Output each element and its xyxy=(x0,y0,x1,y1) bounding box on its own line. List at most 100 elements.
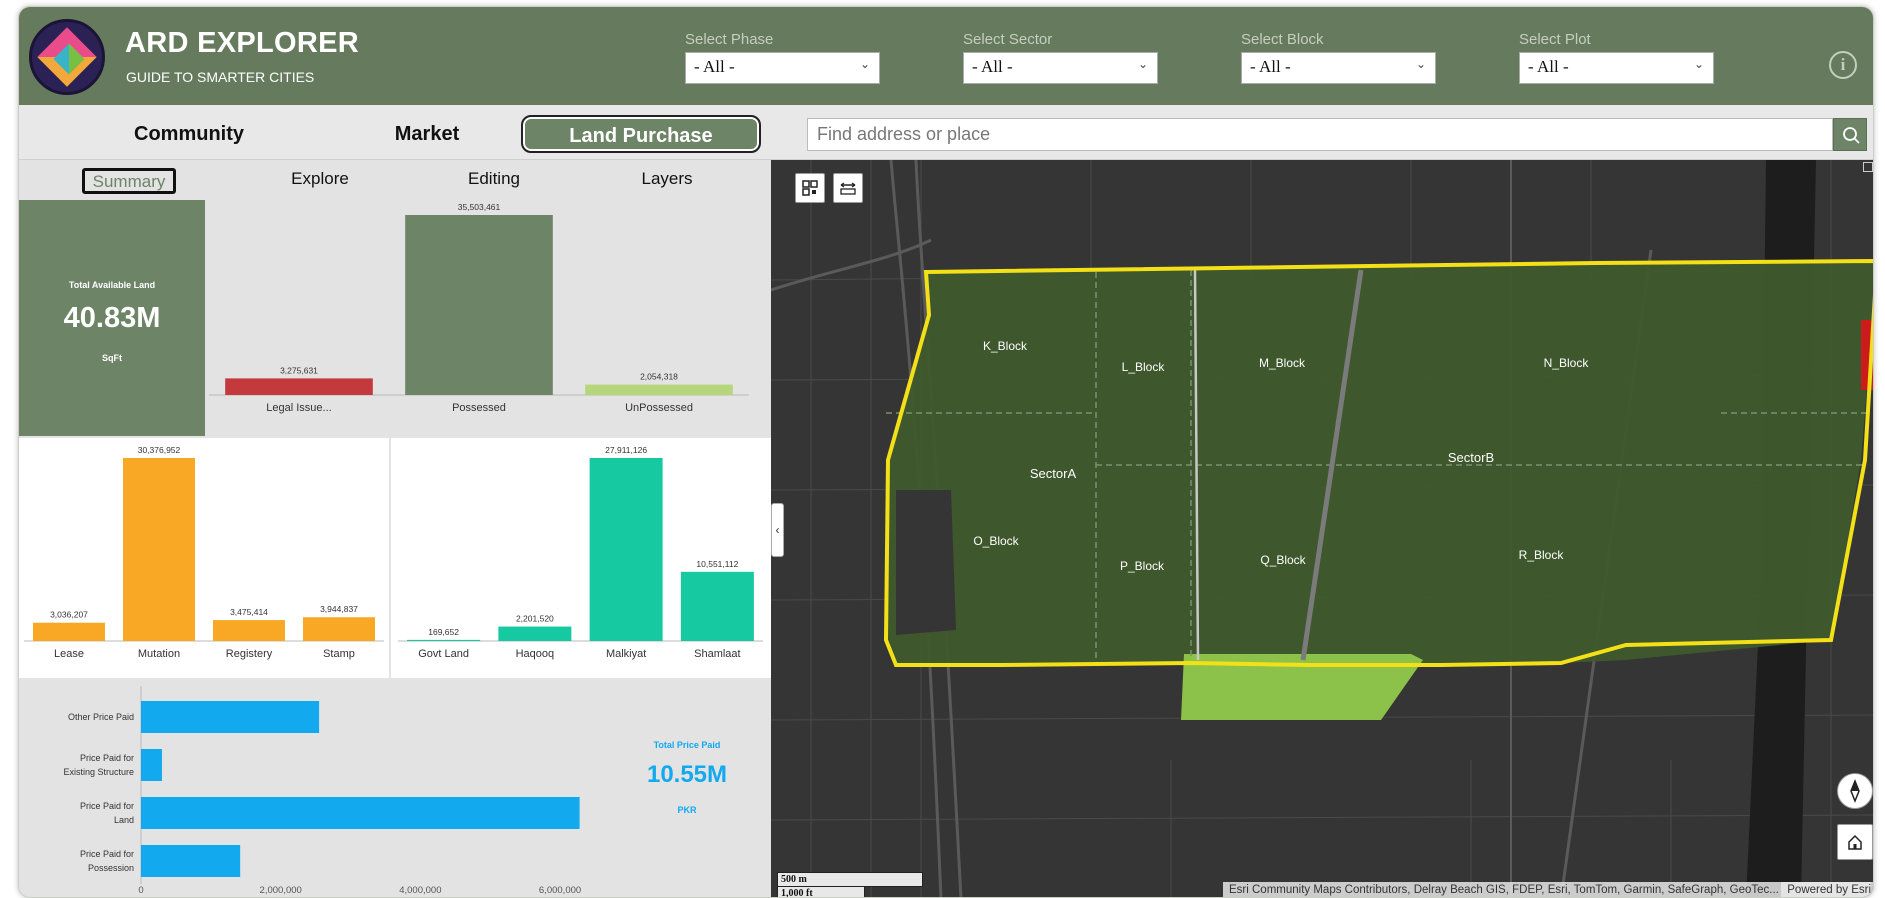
land-type-chart: 169,652 Govt Land 2,201,520 Haqooq 27,911,12… xyxy=(398,445,763,660)
attribution-text: Esri Community Maps Contributors, Delray… xyxy=(1229,884,1779,896)
category-label: Shamlaat xyxy=(694,648,740,660)
bar-value-label: 10,551,112 xyxy=(696,559,738,569)
category-label: Haqooq xyxy=(516,648,555,660)
sector-filter-label: Select Sector xyxy=(963,31,1053,48)
app-title: ARD EXPLORER xyxy=(125,27,360,59)
tab-community[interactable]: Community xyxy=(89,115,289,153)
bar-value-label: 27,911,126 xyxy=(605,445,647,455)
category-label: Price Paid for xyxy=(80,849,134,859)
sector-a-label: SectorA xyxy=(1030,466,1077,481)
x-tick-label: 2,000,000 xyxy=(260,885,302,896)
p-block-label: P_Block xyxy=(1120,559,1165,573)
total-price-value: 10.55M xyxy=(647,761,727,788)
powered-by-esri[interactable]: Powered by Esri xyxy=(1781,882,1871,897)
bar[interactable] xyxy=(585,384,733,395)
x-tick-label: 6,000,000 xyxy=(539,885,581,896)
total-price-unit: PKR xyxy=(677,805,697,815)
info-icon[interactable]: i xyxy=(1829,51,1857,79)
bar[interactable] xyxy=(680,571,754,641)
bar-value-label: 30,376,952 xyxy=(138,445,181,455)
category-label: Govt Land xyxy=(418,648,469,660)
bar-value-label: 3,944,837 xyxy=(320,604,358,614)
bar[interactable] xyxy=(589,458,663,641)
app-subtitle: GUIDE TO SMARTER CITIES xyxy=(126,69,315,85)
bar[interactable] xyxy=(141,749,162,781)
total-available-land-card: Total Available Land 40.83M SqFt xyxy=(19,200,205,436)
possession-chart: 3,275,631 Legal Issue... 35,503,461 Possess… xyxy=(209,202,749,414)
bar[interactable] xyxy=(141,701,320,733)
main-nav: Community Market Land Purchase Find addr… xyxy=(19,105,1873,160)
header-bar: ARD EXPLORER GUIDE TO SMARTER CITIES Sel… xyxy=(19,7,1873,105)
plot-filter-label: Select Plot xyxy=(1519,31,1591,48)
bar[interactable] xyxy=(141,845,241,877)
app-window: ARD EXPLORER GUIDE TO SMARTER CITIES Sel… xyxy=(18,6,1874,898)
bar-value-label: 3,275,631 xyxy=(280,365,318,375)
subtab-editing[interactable]: Editing xyxy=(429,168,559,194)
chevron-down-icon: ⌄ xyxy=(859,57,870,71)
bar[interactable] xyxy=(225,378,373,395)
home-icon xyxy=(1848,834,1862,850)
phase-select-value: - All - xyxy=(694,57,735,76)
excluded-pocket xyxy=(896,490,956,635)
phase-select[interactable]: - All - ⌄ xyxy=(685,52,880,84)
search-button[interactable] xyxy=(1833,118,1867,151)
q-block-label: Q_Block xyxy=(1260,553,1306,567)
map-view[interactable]: K_Block L_Block M_Block N_Block O_Block … xyxy=(771,160,1873,897)
category-label: Possessed xyxy=(452,402,506,414)
subtab-layers[interactable]: Layers xyxy=(602,168,732,194)
bar-value-label: 35,503,461 xyxy=(458,202,501,212)
measure-icon xyxy=(840,182,856,195)
sector-select[interactable]: - All - ⌄ xyxy=(963,52,1158,84)
category-label: Existing Structure xyxy=(63,767,134,777)
total-price-title: Total Price Paid xyxy=(654,740,721,750)
sector-select-value: - All - xyxy=(972,57,1013,76)
bar[interactable] xyxy=(213,620,285,641)
plot-select[interactable]: - All - ⌄ xyxy=(1519,52,1714,84)
block-filter-label: Select Block xyxy=(1241,31,1324,48)
price-paid-chart: Other Price Paid Price Paid for Existing S… xyxy=(63,686,727,896)
chevron-down-icon: ⌄ xyxy=(1693,57,1704,71)
tab-market[interactable]: Market xyxy=(327,115,527,153)
bar[interactable] xyxy=(407,639,481,641)
compass-button[interactable] xyxy=(1837,773,1873,809)
compass-icon xyxy=(1850,778,1860,804)
subtab-summary[interactable]: Summary xyxy=(82,168,176,194)
documents-chart: 3,036,207 Lease 30,376,952 Mutation 3,475,41… xyxy=(24,445,384,660)
total-land-title: Total Available Land xyxy=(68,280,156,290)
map-canvas: K_Block L_Block M_Block N_Block O_Block … xyxy=(771,160,1873,897)
bar-value-label: 3,475,414 xyxy=(230,607,268,617)
subtab-explore[interactable]: Explore xyxy=(255,168,385,194)
category-label: Malkiyat xyxy=(606,648,646,660)
qr-code-button[interactable] xyxy=(795,173,825,203)
tab-land-purchase[interactable]: Land Purchase xyxy=(521,115,761,153)
bar[interactable] xyxy=(141,797,580,829)
category-label: Price Paid for xyxy=(80,801,134,811)
bar[interactable] xyxy=(405,215,553,395)
bar[interactable] xyxy=(498,626,572,641)
expand-icon[interactable] xyxy=(1863,162,1873,172)
category-label: Mutation xyxy=(138,648,180,660)
search-icon xyxy=(1843,127,1860,144)
o-block-label: O_Block xyxy=(973,534,1019,548)
search-input[interactable]: Find address or place xyxy=(807,118,1833,151)
category-label: Legal Issue... xyxy=(266,402,331,414)
plot-filter: Select Plot - All - ⌄ xyxy=(1519,31,1714,84)
bar-value-label: 2,201,520 xyxy=(516,614,554,624)
collapse-panel-handle[interactable]: ‹ xyxy=(771,503,784,557)
scale-bar-imperial: 1,000 ft xyxy=(777,886,865,897)
block-select[interactable]: - All - ⌄ xyxy=(1241,52,1436,84)
k-block-label: K_Block xyxy=(983,339,1028,353)
block-select-value: - All - xyxy=(1250,57,1291,76)
category-label: Other Price Paid xyxy=(68,712,134,722)
bar-value-label: 2,054,318 xyxy=(640,372,678,382)
home-button[interactable] xyxy=(1837,824,1873,860)
x-tick-label: 4,000,000 xyxy=(399,885,441,896)
m-block-label: M_Block xyxy=(1259,356,1306,370)
bar[interactable] xyxy=(303,617,375,641)
bar[interactable] xyxy=(123,458,195,641)
bar[interactable] xyxy=(33,622,105,641)
total-land-unit: SqFt xyxy=(102,353,122,363)
app-logo xyxy=(29,19,105,95)
sector-b-label: SectorB xyxy=(1448,450,1494,465)
measure-button[interactable] xyxy=(833,173,863,203)
